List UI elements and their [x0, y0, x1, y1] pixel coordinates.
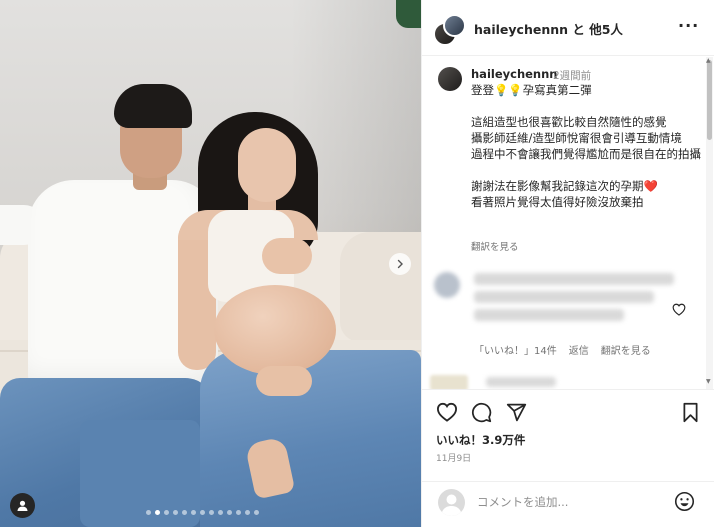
carousel-dot — [146, 510, 151, 515]
scrollbar-thumb[interactable] — [707, 60, 712, 140]
man-hair — [114, 84, 192, 128]
add-comment-bar — [422, 481, 714, 527]
comments-area[interactable]: haileychennn 2週間前 登登💡💡孕寫真第二彈 這組造型也很喜歡比較自… — [422, 57, 714, 389]
next-slide-button[interactable] — [389, 253, 411, 275]
avatar — [438, 489, 465, 516]
comment-text-blurred — [474, 273, 674, 285]
comment-text-blurred — [486, 377, 556, 387]
post-like-count[interactable]: いいね！3.9万件 — [436, 432, 525, 448]
woman-hand — [262, 238, 312, 274]
comment-avatar[interactable] — [434, 272, 460, 298]
emoji-icon[interactable] — [674, 491, 695, 512]
comment-likes[interactable]: 「いいね！」14件 — [474, 342, 557, 357]
default-avatar-icon — [441, 494, 462, 516]
avatar — [443, 14, 466, 37]
chevron-right-icon — [397, 259, 403, 269]
woman-face — [238, 128, 296, 202]
carousel-dot — [254, 510, 259, 515]
carousel-dot — [200, 510, 205, 515]
carousel-dot — [245, 510, 250, 515]
carousel-dot — [182, 510, 187, 515]
carousel-dot — [227, 510, 232, 515]
heart-icon[interactable] — [436, 402, 458, 422]
scroll-up-arrow-icon[interactable]: ▲ — [706, 57, 711, 64]
share-icon[interactable] — [506, 402, 527, 423]
user-tag-button[interactable] — [10, 493, 35, 518]
comment-reply-button[interactable]: 返信 — [569, 342, 589, 357]
author-username[interactable]: haileychennn — [474, 22, 568, 37]
post-actions: いいね！3.9万件 11月9日 — [422, 389, 714, 481]
carousel-dot — [218, 510, 223, 515]
carousel-dot — [209, 510, 214, 515]
carousel-dot — [173, 510, 178, 515]
post-date[interactable]: 11月9日 — [436, 451, 471, 464]
carousel-dot — [236, 510, 241, 515]
carousel-dot — [164, 510, 169, 515]
more-options-icon[interactable]: ··· — [678, 16, 699, 35]
scroll-down-arrow-icon[interactable]: ▼ — [706, 378, 711, 385]
comment-meta: 「いいね！」14件 返信 翻訳を見る — [474, 342, 651, 357]
comment-avatar[interactable] — [430, 375, 468, 389]
avatar[interactable] — [438, 67, 462, 91]
post-header: haileychennn と 他5人 ··· — [422, 0, 714, 56]
caption-text: 登登💡💡孕寫真第二彈 這組造型也很喜歡比較自然隨性的感覺 攝影師廷維/造型師悅甯… — [471, 83, 701, 209]
comment-text-blurred — [474, 309, 624, 321]
carousel-dot — [191, 510, 196, 515]
comment-translate-link[interactable]: 翻訳を見る — [601, 342, 651, 357]
caption-translate-link[interactable]: 翻訳を見る — [471, 239, 519, 253]
post-photo[interactable] — [0, 0, 421, 527]
author-avatars[interactable] — [433, 14, 466, 46]
author-suffix[interactable]: と 他5人 — [568, 22, 623, 37]
carousel-dot-active — [155, 510, 160, 515]
caption-time[interactable]: 2週間前 — [553, 68, 591, 83]
sofa-arm — [340, 232, 421, 342]
comment-input[interactable] — [475, 494, 659, 510]
post-authors[interactable]: haileychennn と 他5人 — [474, 19, 623, 38]
comment-like-icon[interactable] — [672, 303, 686, 316]
caption-username[interactable]: haileychennn — [471, 67, 558, 81]
post-panel: haileychennn と 他5人 ··· haileychennn 2週間前… — [421, 0, 714, 527]
plant — [396, 0, 421, 28]
comment-icon[interactable] — [471, 402, 492, 423]
user-tag-icon — [17, 500, 28, 511]
bookmark-icon[interactable] — [681, 402, 700, 423]
woman-lower-hand — [256, 366, 312, 396]
carousel-dots — [146, 510, 259, 515]
comment-text-blurred — [474, 291, 654, 303]
woman-belly — [214, 285, 336, 375]
